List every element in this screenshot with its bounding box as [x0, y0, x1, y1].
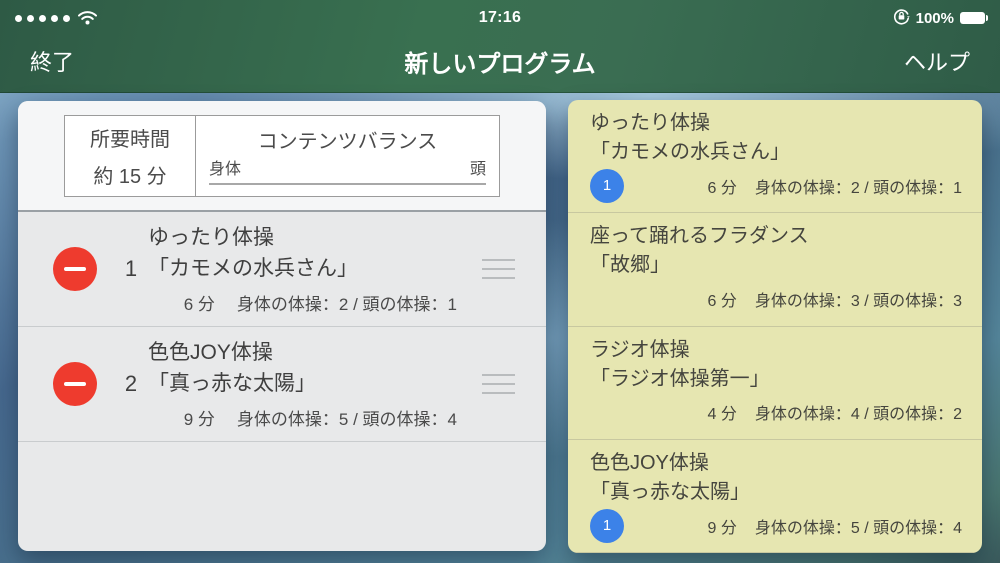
program-summary: 所要時間 約 15 分 コンテンツバランス 身体 頭 — [18, 101, 546, 212]
catalog-item-subtitle: 「ラジオ体操第一」 — [590, 367, 770, 390]
item-order-number: 1 — [124, 256, 138, 281]
summary-box: 所要時間 約 15 分 コンテンツバランス 身体 頭 — [64, 114, 500, 197]
page-title: 新しいプログラム — [404, 50, 596, 78]
catalog-list-item[interactable]: ラジオ体操 「ラジオ体操第一」 4 分 身体の体操：4 / 頭の体操：2 — [568, 327, 982, 440]
catalog-item-exercise-counts: 身体の体操：2 / 頭の体操：1 — [754, 179, 962, 197]
top-bar: 17:16 100% 終了 新しいプログラム ヘルプ — [0, 0, 1000, 93]
item-duration: 9 分 — [183, 410, 215, 429]
balance-title: コンテンツバランス — [257, 130, 438, 153]
orientation-lock-icon — [893, 8, 910, 29]
catalog-item-title: ラジオ体操 — [590, 338, 690, 361]
catalog-item-exercise-counts: 身体の体操：5 / 頭の体操：4 — [754, 519, 962, 537]
catalog-item-exercise-counts: 身体の体操：4 / 頭の体操：2 — [754, 406, 962, 424]
program-panel: 所要時間 約 15 分 コンテンツバランス 身体 頭 1 ゆったり体操 「カモメ… — [18, 101, 546, 551]
catalog-item-duration: 4 分 — [707, 406, 737, 424]
selected-count-badge: 1 — [590, 168, 624, 203]
catalog-item-duration: 9 分 — [707, 519, 737, 537]
balance-body-label: 身体 — [209, 160, 242, 178]
catalog-list-item[interactable]: 座って踊れるフラダンス 「故郷」 6 分 身体の体操：3 / 頭の体操：3 — [568, 213, 982, 327]
item-exercise-counts: 身体の体操：5 / 頭の体操：4 — [236, 410, 457, 429]
catalog-item-exercise-counts: 身体の体操：3 / 頭の体操：3 — [754, 293, 962, 310]
item-exercise-counts: 身体の体操：2 / 頭の体操：1 — [236, 295, 457, 314]
item-title: ゆったり体操 — [148, 226, 274, 249]
exit-button[interactable]: 終了 — [30, 45, 74, 77]
program-list: 1 ゆったり体操 「カモメの水兵さん」 6 分 身体の体操：2 / 頭の体操：1… — [18, 212, 546, 442]
duration-label: 所要時間 — [90, 128, 170, 151]
catalog-item-title: ゆったり体操 — [590, 112, 710, 134]
item-duration: 6 分 — [183, 295, 215, 314]
battery-full-icon — [960, 12, 988, 24]
item-order-number: 2 — [124, 371, 138, 396]
catalog-item-duration: 6 分 — [707, 293, 737, 310]
balance-head-label: 頭 — [469, 160, 486, 178]
catalog-list-item[interactable]: ゆったり体操 「カモメの水兵さん」 1 6 分 身体の体操：2 / 頭の体操：1 — [568, 100, 982, 214]
program-list-item[interactable]: 1 ゆったり体操 「カモメの水兵さん」 6 分 身体の体操：2 / 頭の体操：1 — [18, 212, 546, 327]
catalog-item-title: 色色JOY体操 — [590, 451, 709, 474]
battery-percent: 100% — [915, 9, 954, 27]
reorder-handle-icon[interactable] — [482, 374, 515, 394]
remove-item-button[interactable] — [53, 362, 97, 406]
remove-item-button[interactable] — [53, 247, 97, 291]
catalog-item-subtitle: 「故郷」 — [590, 254, 670, 277]
status-bar: 17:16 100% — [0, 0, 1000, 30]
reorder-handle-icon[interactable] — [482, 259, 515, 279]
catalog-item-duration: 6 分 — [707, 179, 737, 197]
navigation-bar: 終了 新しいプログラム ヘルプ — [0, 30, 1000, 92]
program-list-item[interactable]: 2 色色JOY体操 「真っ赤な太陽」 9 分 身体の体操：5 / 頭の体操：4 — [18, 327, 546, 442]
clock: 17:16 — [478, 9, 522, 26]
balance-bar — [209, 182, 486, 185]
catalog-list-item[interactable]: 色色JOY体操 「真っ赤な太陽」 1 9 分 身体の体操：5 / 頭の体操：4 — [568, 440, 982, 553]
catalog-item-subtitle: 「カモメの水兵さん」 — [590, 141, 790, 163]
catalog-item-title: 座って踊れるフラダンス — [590, 225, 809, 248]
item-title: 色色JOY体操 — [148, 341, 273, 364]
selected-count-badge: 1 — [590, 508, 624, 543]
help-button[interactable]: ヘルプ — [904, 45, 970, 77]
duration-value: 約 15 分 — [93, 165, 167, 188]
catalog-panel: ゆったり体操 「カモメの水兵さん」 1 6 分 身体の体操：2 / 頭の体操：1… — [568, 100, 982, 553]
catalog-item-subtitle: 「真っ赤な太陽」 — [590, 480, 750, 503]
